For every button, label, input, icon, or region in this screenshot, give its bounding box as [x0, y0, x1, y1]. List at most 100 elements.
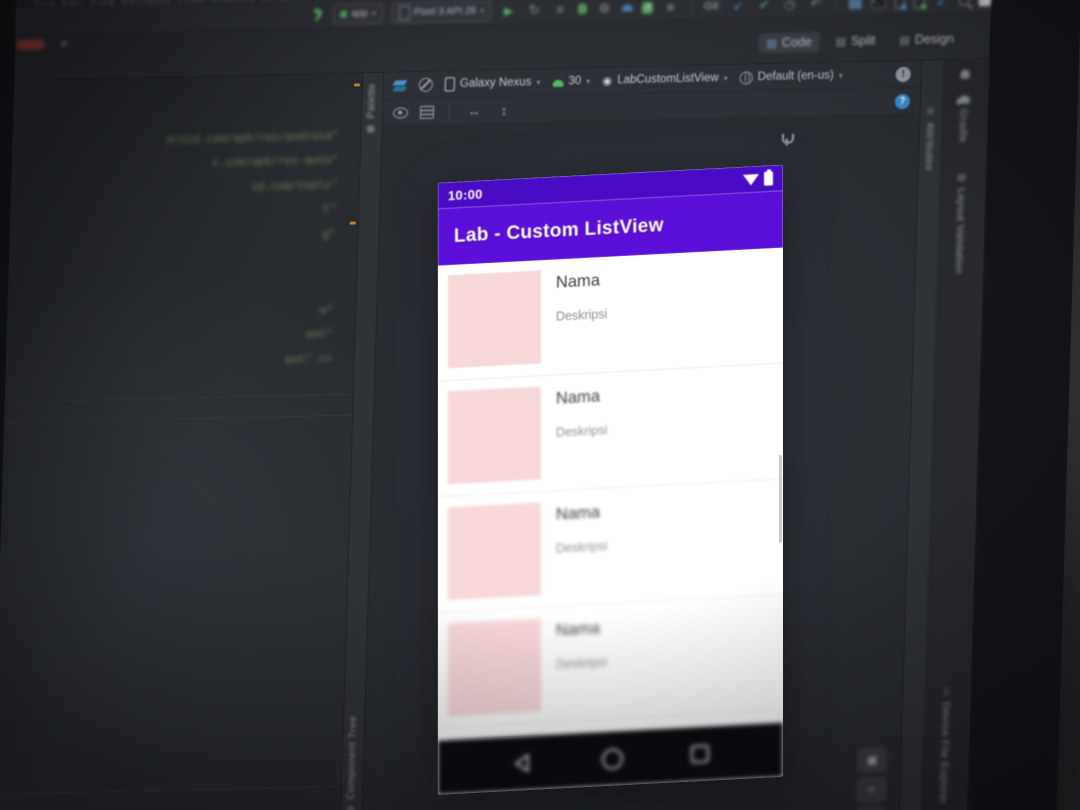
android-studio-window: File Edit View Navigate Code Analyze Ref… — [0, 0, 1080, 810]
list-item[interactable]: Nama Deskripsi — [437, 247, 783, 382]
image-placeholder — [447, 618, 541, 717]
zoom-in-button[interactable]: + — [857, 777, 886, 803]
workspace: droid.com/apk/res/android" s.com/apk/res-… — [0, 59, 990, 810]
design-surface-icon[interactable] — [394, 80, 407, 91]
chevron-down-icon: ▾ — [536, 77, 541, 87]
run-config-select[interactable]: app ▾ — [332, 2, 384, 25]
tab-layout-validation[interactable]: ▤ Layout Validation — [953, 172, 968, 275]
window-icon[interactable] — [978, 0, 992, 7]
gradle-elephant-icon — [958, 95, 970, 104]
list-item[interactable]: Nama Deskripsi — [437, 595, 783, 730]
chevron-down-icon: ▾ — [838, 70, 843, 80]
editor-separator — [4, 393, 353, 403]
phone-preview[interactable]: 10:00 Lab - Custom ListView Nama Deskrip… — [437, 164, 783, 795]
attach-debugger-icon[interactable]: ⚙ — [596, 0, 613, 17]
tab-component-tree[interactable]: ◍ Component Tree — [344, 716, 359, 810]
debug-bug-icon[interactable] — [577, 3, 588, 15]
notifications-icon[interactable] — [960, 69, 970, 79]
design-surface[interactable]: 10:00 Lab - Custom ListView Nama Deskrip… — [361, 114, 920, 810]
disable-tools-icon[interactable] — [418, 77, 434, 92]
listview[interactable]: Nama Deskripsi Nama Deskripsi Nama Deskr… — [437, 247, 783, 741]
help-badge[interactable]: ? — [894, 93, 911, 109]
sdk-manager-icon[interactable]: ↙ — [933, 0, 950, 10]
back-icon[interactable] — [512, 753, 534, 774]
image-placeholder — [447, 386, 541, 485]
git-rollback-icon[interactable]: ↶ — [807, 0, 824, 13]
build-hammer-icon[interactable] — [312, 8, 325, 21]
api-level-select[interactable]: 30 ▾ — [552, 75, 590, 88]
pan-vertical-icon[interactable]: ↕ — [495, 101, 514, 119]
tab-gradle[interactable]: Gradle — [957, 95, 970, 143]
locale-select[interactable]: Default (en-us) ▾ — [739, 69, 843, 85]
list-scrollbar[interactable] — [778, 454, 782, 543]
warning-badge[interactable]: ! — [895, 66, 911, 82]
battery-icon — [763, 171, 773, 186]
profile-button[interactable]: ↗ — [641, 1, 654, 14]
wifi-icon — [742, 173, 759, 186]
editor-separator — [4, 414, 353, 424]
item-title: Nama — [555, 619, 600, 640]
device-select[interactable]: Pixel 3 API 28 ▾ — [391, 0, 492, 24]
terminal-icon[interactable]: ▸_ — [870, 0, 886, 9]
recents-icon[interactable] — [690, 744, 709, 764]
item-title: Nama — [555, 387, 600, 408]
tab-palette[interactable]: ▦ Palette — [364, 83, 378, 135]
mode-icon: ▤ — [766, 37, 777, 50]
list-item[interactable]: Nama Deskripsi — [437, 479, 783, 614]
blueprint-list-icon[interactable] — [419, 105, 435, 119]
chevron-down-icon: ▾ — [479, 6, 485, 16]
item-description: Deskripsi — [555, 654, 608, 672]
editor-mode-tab[interactable]: ▤ Code — [758, 31, 820, 54]
run-button[interactable]: ▶ — [500, 1, 517, 19]
image-placeholder — [447, 270, 541, 369]
item-title: Nama — [555, 503, 600, 524]
chevron-down-icon: ▾ — [371, 8, 377, 19]
tab-device-file-explorer[interactable]: ▯ Device File Explorer — [937, 686, 953, 804]
device-manager-icon[interactable] — [894, 0, 906, 10]
git-commit-icon[interactable]: ✔ — [756, 0, 773, 14]
stop-icon[interactable]: ■ — [662, 0, 679, 16]
item-description: Deskripsi — [555, 422, 608, 440]
layout-validation-icon: ▤ — [957, 171, 967, 182]
palette-icon: ▦ — [365, 124, 376, 135]
app-bar-title: Lab - Custom ListView — [453, 214, 664, 247]
git-history-icon[interactable]: ◷ — [781, 0, 798, 13]
warning-stripe-marker[interactable] — [353, 83, 360, 87]
design-pane: Galaxy Nexus ▾ 30 ▾ ◉ LabCustomListView … — [361, 60, 922, 810]
search-icon[interactable] — [959, 0, 970, 6]
photo-background: File Edit View Navigate Code Analyze Ref… — [0, 0, 1080, 810]
chevron-down-icon: ▾ — [723, 73, 728, 83]
component-tree-icon: ◍ — [346, 805, 355, 810]
view-options-eye-icon[interactable] — [392, 106, 409, 119]
warning-stripe-marker[interactable] — [349, 221, 356, 225]
mode-icon: ▤ — [899, 34, 910, 47]
run-coverage-icon[interactable]: ≡ — [551, 0, 568, 18]
toolbar-separator — [690, 0, 693, 15]
theme-select[interactable]: ◉ LabCustomListView ▾ — [602, 71, 728, 88]
editor-mode-tab[interactable]: ▤ Design — [891, 29, 962, 51]
file-tab-dot — [61, 40, 67, 47]
home-icon[interactable] — [601, 747, 623, 770]
theme-icon: ◉ — [602, 75, 613, 88]
profiler-gauge-icon[interactable] — [621, 4, 634, 12]
item-description: Deskripsi — [555, 306, 608, 324]
project-structure-icon[interactable] — [849, 0, 862, 9]
file-tab[interactable] — [17, 39, 44, 51]
device-icon — [398, 5, 411, 21]
git-update-icon[interactable]: ↙ — [730, 0, 747, 14]
chevron-down-icon: ▾ — [586, 76, 591, 86]
apply-changes-icon[interactable]: ↻ — [526, 1, 543, 19]
globe-icon — [739, 70, 753, 85]
editor-separator — [0, 785, 342, 795]
editor-mode-tab[interactable]: ▤ Split — [827, 30, 883, 51]
phone-icon — [444, 77, 456, 92]
device-for-preview-select[interactable]: Galaxy Nexus ▾ — [444, 75, 541, 92]
code-editor[interactable]: droid.com/apk/res/android" s.com/apk/res-… — [0, 73, 363, 810]
tab-attributes[interactable]: ⚙ Attributes — [923, 106, 937, 171]
zoom-fit-button[interactable]: ▣ — [858, 747, 887, 773]
pan-horizontal-icon[interactable]: ↔ — [465, 102, 484, 120]
run-config-icon — [340, 10, 348, 18]
avd-manager-icon[interactable] — [913, 0, 925, 9]
list-item[interactable]: Nama Deskripsi — [437, 363, 783, 498]
wrench-icon[interactable] — [781, 133, 795, 144]
